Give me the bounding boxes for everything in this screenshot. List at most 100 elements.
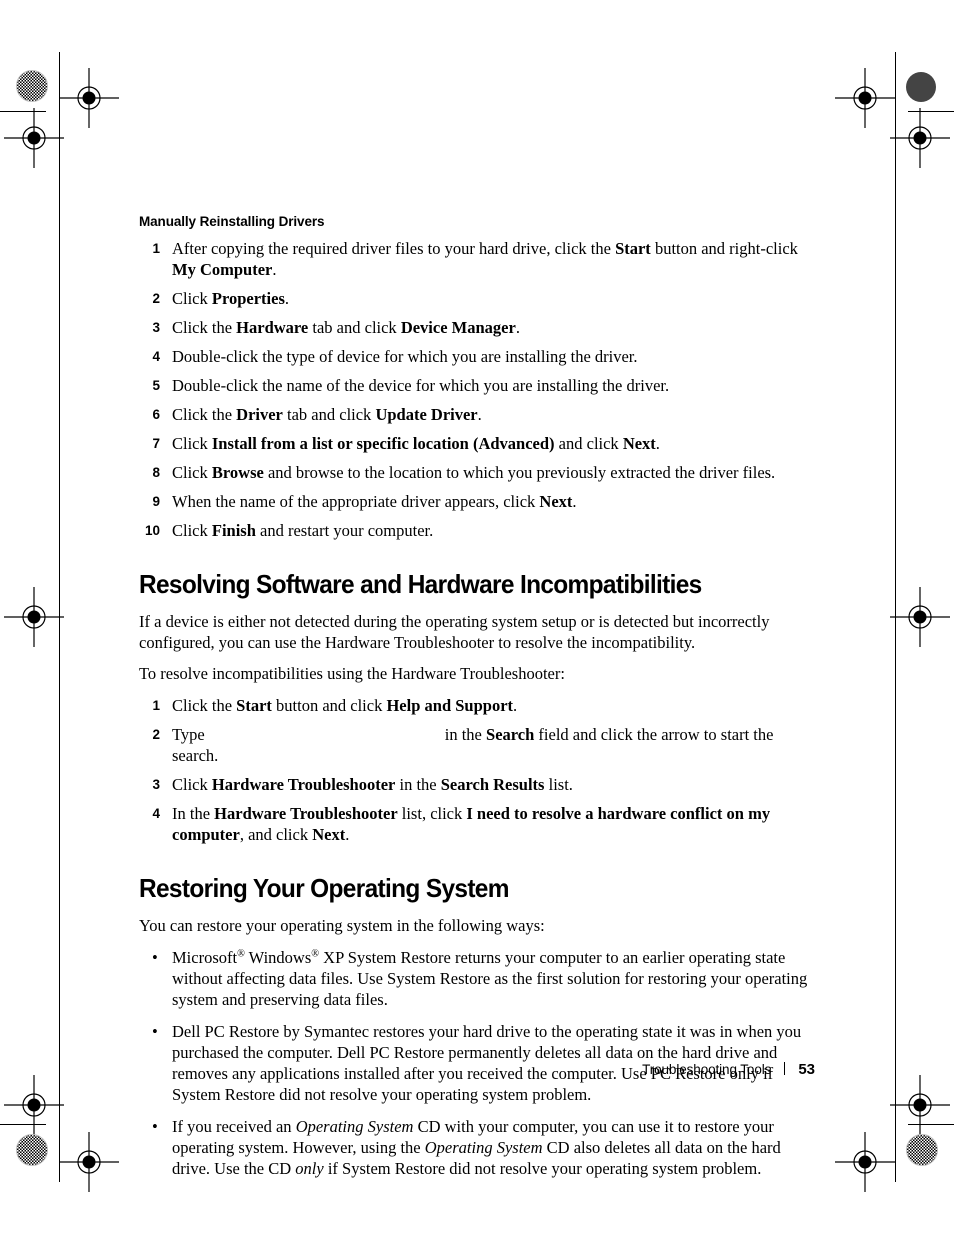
step-number: 10 bbox=[144, 522, 160, 538]
step-text: Click the Driver tab and click Update Dr… bbox=[172, 404, 482, 424]
registered-trademark-symbol: ® bbox=[311, 948, 320, 960]
bullet-text: If you received an Operating System CD w… bbox=[172, 1116, 781, 1178]
bullet-glyph: • bbox=[152, 1021, 158, 1041]
registration-mark-bottom-right-inner bbox=[835, 1132, 895, 1192]
registration-mark-top-right-inner bbox=[835, 68, 895, 128]
numbered-step: 3 Click Hardware Troubleshooter in the Se… bbox=[139, 775, 814, 796]
ui-term: Next bbox=[622, 433, 656, 453]
step-number: 9 bbox=[152, 493, 160, 509]
step-number: 3 bbox=[152, 777, 160, 793]
halftone-dot-bottom-left bbox=[16, 1134, 48, 1166]
ui-term: Next bbox=[312, 825, 346, 845]
registration-mark-bottom-left-inner bbox=[59, 1132, 119, 1192]
step-number: 1 bbox=[152, 698, 160, 714]
steps-list-hardware-troubleshooter: 1 Click the Start button and click Help a… bbox=[139, 696, 814, 846]
ui-term: Start bbox=[615, 239, 651, 259]
numbered-step: 8 Click Browse and browse to the location… bbox=[139, 463, 814, 484]
bullet-glyph: • bbox=[152, 947, 158, 967]
registration-mark-top-left-outer bbox=[4, 108, 64, 168]
registration-mark-bottom-left-outer bbox=[4, 1075, 64, 1135]
step-number: 7 bbox=[152, 435, 160, 451]
step-number: 1 bbox=[152, 241, 160, 257]
section-title-restoring-operating-system: Restoring Your Operating System bbox=[139, 873, 509, 904]
step-text: Click Hardware Troubleshooter in the Sea… bbox=[172, 775, 573, 795]
ui-term: Search Results bbox=[440, 775, 545, 795]
page-content: Manually Reinstalling Drivers 1 After cop… bbox=[139, 214, 814, 1191]
emphasized-term: only bbox=[295, 1158, 324, 1178]
step-text: Click Browse and browse to the location … bbox=[172, 462, 776, 482]
halftone-dot-top-left bbox=[16, 70, 48, 102]
bullet-item: • Microsoft® Windows® XP System Restore r… bbox=[139, 948, 814, 1011]
numbered-step: 3 Click the Hardware tab and click Device… bbox=[139, 318, 814, 339]
step-number: 4 bbox=[152, 349, 160, 364]
trim-tick-bottom-left bbox=[0, 1124, 46, 1125]
registration-mark-middle-right bbox=[890, 587, 950, 647]
ui-term: Search bbox=[486, 725, 535, 745]
ui-term: Finish bbox=[211, 520, 256, 540]
step-number: 5 bbox=[152, 377, 160, 393]
step-text: Click Properties. bbox=[172, 289, 290, 309]
registration-mark-top-right-outer bbox=[890, 108, 950, 168]
step-text: Click Finish and restart your computer. bbox=[172, 520, 434, 540]
trim-tick-bottom-right bbox=[908, 1124, 954, 1125]
ui-term: My Computer bbox=[172, 260, 273, 280]
ui-term: Properties bbox=[211, 289, 285, 309]
numbered-step: 7 Click Install from a list or specific l… bbox=[139, 434, 814, 455]
document-page: Manually Reinstalling Drivers 1 After cop… bbox=[0, 0, 954, 1235]
halftone-dot-bottom-right bbox=[906, 1134, 938, 1166]
step-text: Click Install from a list or specific lo… bbox=[172, 433, 660, 453]
numbered-step: 1 Click the Start button and click Help a… bbox=[139, 696, 814, 717]
step-number: 2 bbox=[152, 291, 160, 307]
section-title-resolving-incompatibilities: Resolving Software and Hardware Incompat… bbox=[139, 568, 702, 599]
ui-term: Driver bbox=[236, 404, 283, 424]
bullet-item: • If you received an Operating System CD … bbox=[139, 1117, 814, 1180]
numbered-step: 9 When the name of the appropriate driver… bbox=[139, 492, 814, 513]
subsection-heading-manually-reinstalling-drivers: Manually Reinstalling Drivers bbox=[139, 214, 325, 229]
ui-term: Update Driver bbox=[375, 404, 478, 424]
numbered-step: 4 Double-click the type of device for whi… bbox=[139, 347, 814, 368]
step-number: 3 bbox=[152, 320, 160, 336]
numbered-step: 2 Click Properties. bbox=[139, 289, 814, 310]
step-text: After copying the required driver files … bbox=[172, 239, 798, 280]
numbered-step: 10 Click Finish and restart your computer… bbox=[139, 521, 814, 542]
ui-term: Install from a list or specific location… bbox=[211, 433, 555, 453]
registered-trademark-symbol: ® bbox=[237, 948, 245, 960]
registration-mark-middle-left bbox=[4, 587, 64, 647]
step-number: 8 bbox=[152, 464, 160, 480]
step-text: When the name of the appropriate driver … bbox=[172, 491, 577, 511]
step-text: In the Hardware Troubleshooter list, cli… bbox=[172, 804, 771, 845]
section-intro-paragraph: If a device is either not detected durin… bbox=[139, 611, 770, 652]
ui-term: Hardware Troubleshooter bbox=[211, 775, 396, 795]
ui-term: Next bbox=[539, 491, 573, 511]
step-text: Double-click the name of the device for … bbox=[172, 375, 670, 395]
step-text: Click the Start button and click Help an… bbox=[172, 696, 518, 716]
numbered-step: 6 Click the Driver tab and click Update D… bbox=[139, 405, 814, 426]
ui-term: Device Manager bbox=[400, 318, 516, 338]
step-text: Double-click the type of device for whic… bbox=[172, 347, 638, 366]
ui-term: Browse bbox=[211, 462, 264, 482]
emphasized-term: Operating System bbox=[424, 1137, 543, 1157]
solid-dot-top-right bbox=[906, 72, 936, 102]
numbered-step: 1 After copying the required driver files… bbox=[139, 239, 814, 281]
registration-mark-bottom-right-outer bbox=[890, 1075, 950, 1135]
registration-mark-top-left-inner bbox=[59, 68, 119, 128]
footer-separator bbox=[784, 1062, 786, 1075]
numbered-step: 5 Double-click the name of the device for… bbox=[139, 376, 814, 397]
ui-term: Hardware Troubleshooter bbox=[214, 804, 398, 824]
step-number: 4 bbox=[152, 806, 160, 822]
page-number: 53 bbox=[798, 1061, 815, 1078]
bullet-glyph: • bbox=[152, 1116, 158, 1136]
steps-list-manually-reinstalling-drivers: 1 After copying the required driver files… bbox=[139, 239, 814, 541]
ui-term: Start bbox=[236, 696, 272, 716]
numbered-step: 4 In the Hardware Troubleshooter list, cl… bbox=[139, 804, 814, 846]
page-footer: Troubleshooting Tools 53 bbox=[642, 1061, 815, 1078]
footer-chapter-label: Troubleshooting Tools bbox=[642, 1062, 772, 1077]
emphasized-term: Operating System bbox=[295, 1116, 414, 1136]
step-number: 6 bbox=[152, 406, 160, 422]
numbered-step: 2 Type in the Search field and click the a… bbox=[139, 725, 814, 767]
section-lead-in-paragraph: To resolve incompatibilities using the H… bbox=[139, 664, 565, 684]
step-text: Click the Hardware tab and click Device … bbox=[172, 318, 520, 338]
ui-term: Hardware bbox=[236, 318, 309, 338]
bullet-text: Microsoft® Windows® XP System Restore re… bbox=[172, 947, 808, 1009]
step-number: 2 bbox=[152, 727, 160, 743]
